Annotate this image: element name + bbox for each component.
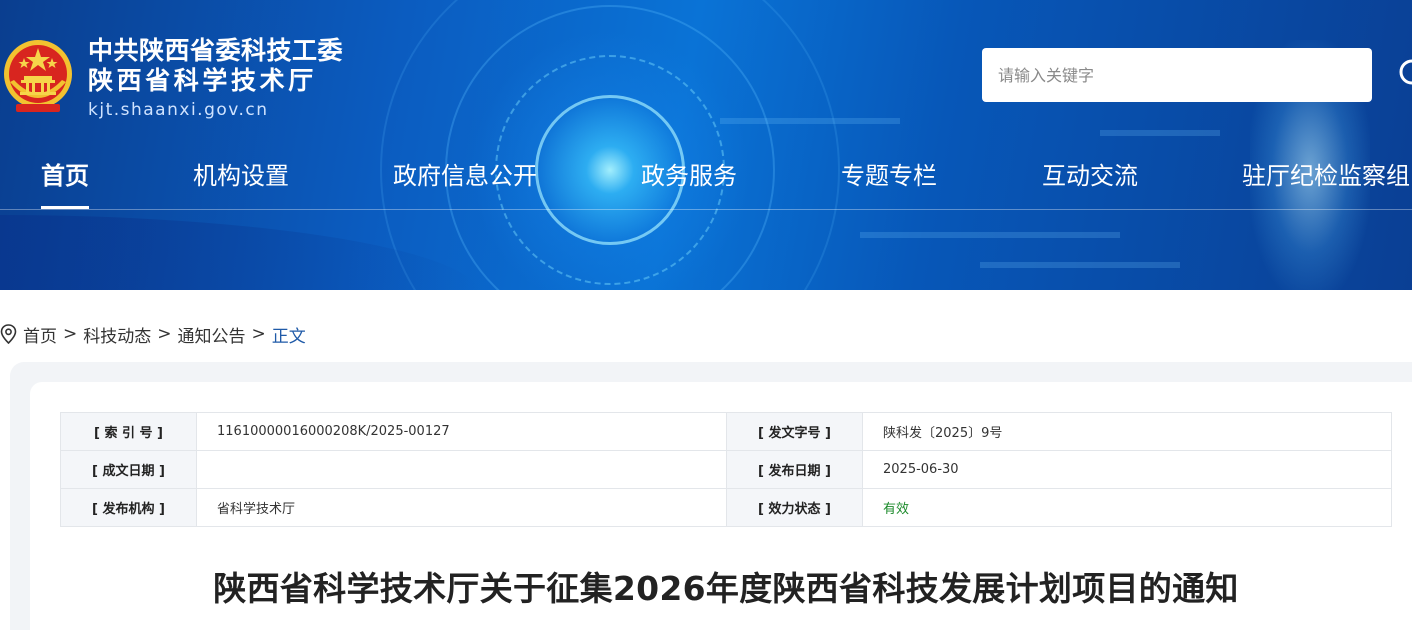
nav-item-gov-info[interactable]: 政府信息公开 [393, 158, 537, 194]
location-pin-icon [0, 324, 17, 344]
index-no-value: 11610000016000208K/2025-00127 [196, 412, 727, 451]
nav-item-services[interactable]: 政务服务 [641, 158, 737, 194]
search-input[interactable] [982, 48, 1372, 102]
breadcrumb-separator: > [63, 324, 78, 344]
created-date-label: [ 成文日期 ] [60, 450, 197, 489]
publish-date-label: [ 发布日期 ] [726, 450, 863, 489]
breadcrumb-current: 正文 [271, 326, 306, 347]
national-emblem-icon [4, 40, 72, 112]
status-value: 有效 [862, 488, 1392, 527]
article-title: 陕西省科学技术厅关于征集2026年度陕西省科技发展计划项目的通知 [213, 569, 1239, 608]
table-row: [ 索 引 号 ] 11610000016000208K/2025-00127 … [60, 412, 1392, 451]
search-icon[interactable] [1398, 58, 1412, 90]
table-row: [ 发布机构 ] 省科学技术厅 [ 效力状态 ] 有效 [60, 488, 1392, 527]
nav-item-organization[interactable]: 机构设置 [193, 158, 289, 194]
breadcrumb-separator: > [251, 324, 266, 344]
doc-no-label: [ 发文字号 ] [726, 412, 863, 451]
banner-stripe-decoration [980, 262, 1180, 268]
breadcrumb: 首页 > 科技动态 > 通知公告 > 正文 [0, 322, 306, 347]
site-domain: kjt.shaanxi.gov.cn [88, 100, 269, 120]
table-row: [ 成文日期 ] [ 发布日期 ] 2025-06-30 [60, 450, 1392, 489]
banner-stripe-decoration [720, 118, 900, 124]
nav-divider [0, 209, 1412, 210]
breadcrumb-home[interactable]: 首页 [23, 322, 57, 347]
index-no-label: [ 索 引 号 ] [60, 412, 197, 451]
site-name[interactable]: 中共陕西省委科技工委 陕西省科学技术厅 [88, 36, 343, 96]
issuer-label: [ 发布机构 ] [60, 488, 197, 527]
issuer-value: 省科学技术厅 [196, 488, 727, 527]
breadcrumb-news[interactable]: 科技动态 [83, 322, 151, 347]
document-meta-table: [ 索 引 号 ] 11610000016000208K/2025-00127 … [60, 412, 1392, 527]
main-nav: 首页 机构设置 政府信息公开 政务服务 专题专栏 互动交流 驻厅纪检监察组 [0, 150, 1412, 210]
doc-no-value: 陕科发〔2025〕9号 [862, 412, 1392, 451]
nav-item-home[interactable]: 首页 [41, 158, 89, 194]
nav-item-discipline[interactable]: 驻厅纪检监察组 [1242, 158, 1410, 194]
breadcrumb-notices[interactable]: 通知公告 [178, 322, 246, 347]
status-label: [ 效力状态 ] [726, 488, 863, 527]
header-banner: 中共陕西省委科技工委 陕西省科学技术厅 kjt.shaanxi.gov.cn 首… [0, 0, 1412, 290]
banner-stripe-decoration [1100, 130, 1220, 136]
nav-item-topics[interactable]: 专题专栏 [841, 158, 937, 194]
org-name-line2: 陕西省科学技术厅 [88, 66, 317, 95]
created-date-value [196, 450, 727, 489]
breadcrumb-separator: > [157, 324, 172, 344]
banner-stripe-decoration [860, 232, 1120, 238]
org-name-line1: 中共陕西省委科技工委 [88, 36, 344, 65]
nav-item-interaction[interactable]: 互动交流 [1042, 158, 1138, 194]
publish-date-value: 2025-06-30 [862, 450, 1392, 489]
